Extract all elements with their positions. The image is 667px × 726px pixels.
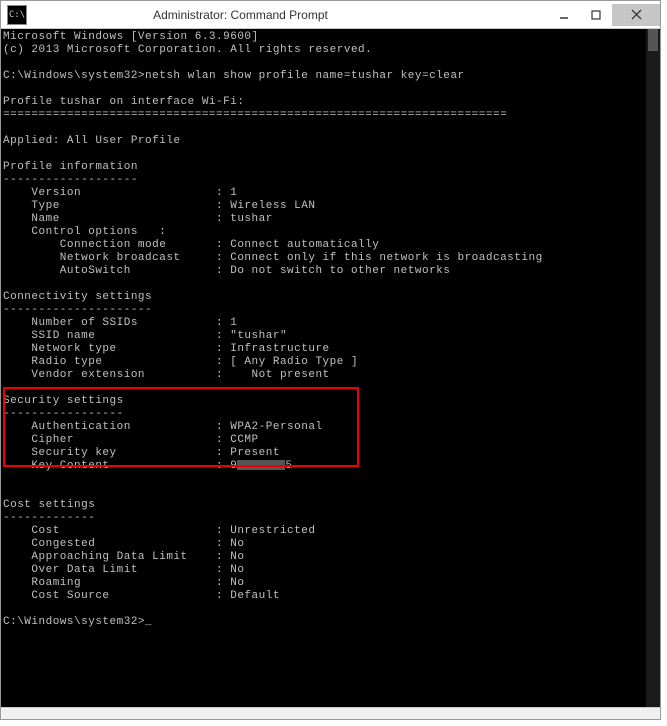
command-prompt-window: C:\ Administrator: Command Prompt Micros… — [0, 0, 661, 720]
minimize-button[interactable] — [548, 4, 580, 26]
maximize-icon — [591, 10, 601, 20]
scrollbar[interactable] — [646, 29, 660, 707]
version-line: Microsoft Windows [Version 6.3.9600] — [3, 31, 259, 43]
section-underline: ------------- — [3, 512, 95, 524]
kv-row: Cipher : — [3, 434, 230, 446]
prompt-path: C:\Windows\system32> — [3, 70, 145, 82]
section-underline: --------------------- — [3, 304, 152, 316]
section-underline: ----------------- — [3, 408, 124, 420]
connectivity-rows: Number of SSIDs : 1 SSID name : "tushar"… — [3, 317, 358, 381]
section-title-security: Security settings — [3, 395, 124, 407]
maximize-button[interactable] — [580, 4, 612, 26]
window-controls — [548, 4, 660, 26]
security-rows: Authentication : WPA2-Personal Cipher : … — [3, 421, 323, 472]
section-title-cost: Cost settings — [3, 499, 95, 511]
app-icon: C:\ — [7, 5, 27, 25]
kv-row: Security key : — [3, 447, 230, 459]
applied-label: Applied: — [3, 135, 60, 147]
copyright-line: (c) 2013 Microsoft Corporation. All righ… — [3, 44, 372, 56]
key-prefix: 9 — [230, 460, 237, 472]
key-obscured — [237, 460, 285, 470]
separator-line: ========================================… — [3, 109, 507, 121]
close-icon — [631, 9, 642, 20]
window-title: Administrator: Command Prompt — [33, 8, 448, 22]
cost-rows: Cost : Unrestricted Congested : No Appro… — [3, 525, 315, 602]
kv-row: Key Content : — [3, 460, 230, 472]
profile-info-subrows: Connection mode : Connect automatically … — [3, 239, 543, 277]
profile-info-rows: Version : 1 Type : Wireless LAN Name : t… — [3, 187, 315, 238]
close-button[interactable] — [612, 4, 660, 26]
kv-row: Authentication : — [3, 421, 230, 433]
titlebar[interactable]: C:\ Administrator: Command Prompt — [1, 1, 660, 29]
statusbar — [1, 707, 660, 719]
minimize-icon — [559, 10, 569, 20]
profile-header: Profile tushar on interface Wi-Fi: — [3, 96, 244, 108]
section-title-connectivity: Connectivity settings — [3, 291, 152, 303]
kv-value: WPA2-Personal — [230, 421, 322, 433]
terminal-output[interactable]: Microsoft Windows [Version 6.3.9600] (c)… — [1, 29, 660, 707]
command-text: netsh wlan show profile name=tushar key=… — [145, 70, 465, 82]
kv-value: CCMP — [230, 434, 258, 446]
scroll-thumb[interactable] — [648, 29, 658, 51]
kv-value: Present — [230, 447, 280, 459]
section-underline: ------------------- — [3, 174, 138, 186]
cursor: _ — [145, 616, 152, 628]
key-suffix: 5 — [285, 460, 292, 472]
applied-value: All User Profile — [67, 135, 181, 147]
section-title-profile: Profile information — [3, 161, 138, 173]
prompt-path: C:\Windows\system32> — [3, 616, 145, 628]
